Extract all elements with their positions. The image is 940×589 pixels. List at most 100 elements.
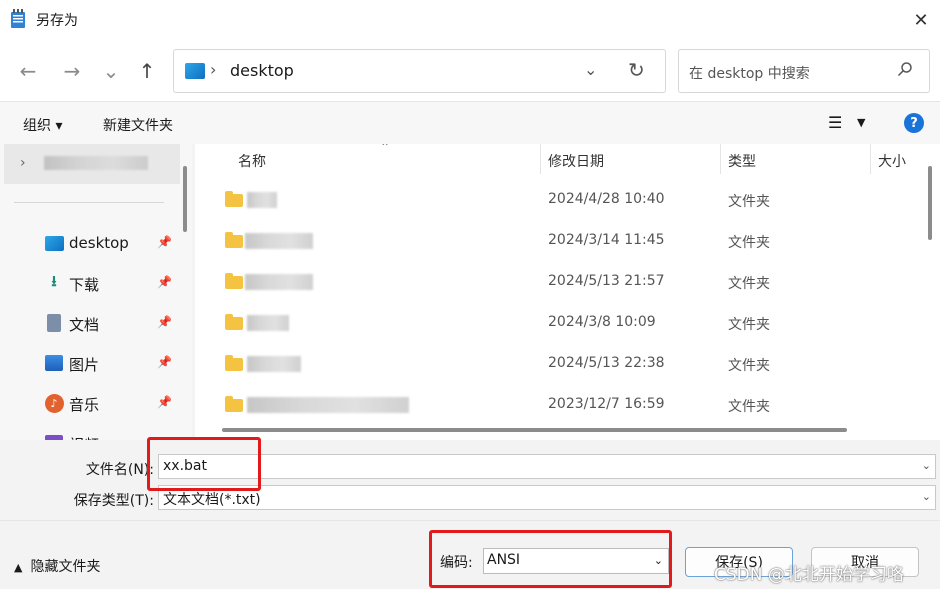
picture-icon — [44, 353, 64, 373]
column-header-name[interactable]: 名称 — [238, 144, 538, 174]
chevron-right-icon[interactable]: › — [20, 155, 26, 171]
file-list: ⌃ 名称 修改日期 类型 大小 2024/4/28 10:40 文件夹 2024… — [195, 144, 940, 440]
encoding-label: 编码: — [440, 555, 473, 571]
horizontal-scrollbar[interactable] — [222, 428, 847, 432]
table-row[interactable]: 2024/4/28 10:40 文件夹 — [195, 180, 922, 221]
chevron-right-icon: › — [210, 60, 217, 79]
view-dropdown-icon[interactable]: ▼ — [857, 116, 865, 129]
table-row[interactable]: 2024/5/13 22:38 文件夹 — [195, 344, 922, 385]
encoding-value: ANSI — [487, 552, 521, 568]
modified-date: 2024/3/14 11:45 — [548, 232, 665, 248]
music-icon: ♪ — [44, 393, 64, 413]
filename-input[interactable]: xx.bat ⌄ — [158, 454, 936, 479]
sidebar-item-videos[interactable]: 视频 — [0, 428, 180, 440]
hide-folders-label: 隐藏文件夹 — [30, 559, 101, 575]
forward-button[interactable]: → — [56, 56, 88, 86]
pin-icon: 📌 — [157, 355, 172, 369]
hide-folders-toggle[interactable]: ▲ 隐藏文件夹 — [14, 556, 100, 576]
address-dropdown-icon[interactable]: ⌄ — [584, 60, 597, 79]
sidebar-item-documents[interactable]: 文档 📌 — [0, 308, 180, 338]
redacted-filename — [245, 274, 313, 290]
new-folder-button[interactable]: 新建文件夹 — [103, 115, 173, 135]
window-title: 另存为 — [36, 13, 78, 29]
pin-icon: 📌 — [157, 395, 172, 409]
redacted-filename — [247, 356, 301, 372]
help-icon[interactable]: ? — [904, 113, 924, 133]
folder-icon — [225, 314, 243, 330]
file-type: 文件夹 — [728, 399, 770, 415]
filetype-label: 保存类型(T): — [73, 493, 154, 509]
download-icon: ⭳ — [51, 271, 57, 290]
close-button[interactable]: ✕ — [902, 4, 940, 36]
column-divider[interactable] — [720, 144, 721, 174]
redacted-filename — [247, 397, 409, 413]
folder-icon — [225, 355, 243, 371]
table-row[interactable]: 2024/3/8 10:09 文件夹 — [195, 303, 922, 344]
sidebar-item-label: 图片 — [69, 356, 100, 374]
filename-value: xx.bat — [163, 458, 207, 474]
file-type: 文件夹 — [728, 235, 770, 251]
search-icon — [897, 62, 912, 77]
table-row[interactable]: 2023/12/7 16:59 文件夹 — [195, 385, 922, 426]
back-arrow-icon: ← — [19, 59, 37, 83]
close-icon: ✕ — [913, 9, 929, 31]
search-placeholder: 在 desktop 中搜索 — [689, 66, 810, 82]
title-bar: 另存为 ✕ — [0, 0, 940, 40]
redacted-filename — [245, 233, 313, 249]
pin-icon: 📌 — [157, 315, 172, 329]
watermark: CSDN @北北开始学习咯 — [714, 565, 904, 585]
column-divider[interactable] — [540, 144, 541, 174]
redacted-label — [44, 156, 148, 170]
chevron-down-icon: ⌄ — [102, 59, 120, 83]
address-bar[interactable]: › desktop ⌄ ↻ — [173, 49, 666, 93]
vertical-scrollbar[interactable] — [928, 166, 932, 240]
sidebar-item-desktop[interactable]: desktop 📌 — [0, 228, 180, 258]
navigation-bar: ← → ⌄ ↑ › desktop ⌄ ↻ 在 desktop 中搜索 — [0, 40, 940, 102]
chevron-down-icon[interactable]: ⌄ — [654, 554, 663, 567]
encoding-select[interactable]: ANSI ⌄ — [483, 548, 669, 574]
notepad-icon — [11, 9, 25, 28]
refresh-icon[interactable]: ↻ — [628, 58, 645, 82]
filetype-value: 文本文档(*.txt) — [163, 492, 261, 508]
recent-locations-button[interactable]: ⌄ — [95, 56, 127, 86]
sidebar-item-label: 音乐 — [69, 396, 100, 414]
back-button[interactable]: ← — [12, 56, 44, 86]
chevron-down-icon[interactable]: ⌄ — [922, 459, 931, 472]
modified-date: 2024/5/13 22:38 — [548, 355, 665, 371]
folder-icon — [225, 273, 243, 289]
sidebar-scrollbar[interactable] — [183, 166, 187, 232]
modified-date: 2023/12/7 16:59 — [548, 396, 665, 412]
chevron-down-icon[interactable]: ⌄ — [922, 490, 931, 503]
sidebar-item-music[interactable]: ♪ 音乐 📌 — [0, 388, 180, 418]
file-type: 文件夹 — [728, 276, 770, 292]
address-path[interactable]: desktop — [230, 61, 294, 80]
view-list-icon[interactable]: ☰ — [828, 113, 842, 132]
desktop-folder-icon — [185, 63, 205, 79]
desktop-icon — [44, 233, 64, 253]
pin-icon: 📌 — [157, 275, 172, 289]
file-type: 文件夹 — [728, 358, 770, 374]
folder-icon — [225, 232, 243, 248]
navigation-pane: › desktop 📌 ⭳ 下载 📌 文档 📌 图片 📌 ♪ 音乐 📌 视频 — [0, 144, 192, 440]
pin-icon: 📌 — [157, 235, 172, 249]
sidebar-item-label: 文档 — [69, 316, 100, 334]
redacted-filename — [247, 315, 289, 331]
folder-icon — [225, 191, 243, 207]
modified-date: 2024/4/28 10:40 — [548, 191, 665, 207]
video-icon — [44, 433, 64, 440]
file-type: 文件夹 — [728, 317, 770, 333]
organize-menu[interactable]: 组织 ▾ — [23, 115, 62, 135]
filetype-select[interactable]: 文本文档(*.txt) ⌄ — [158, 485, 936, 510]
sidebar-item-downloads[interactable]: ⭳ 下载 📌 — [0, 268, 180, 298]
sidebar-divider — [14, 202, 164, 203]
search-input[interactable]: 在 desktop 中搜索 — [678, 49, 930, 93]
sidebar-item-redacted[interactable]: › — [4, 144, 180, 184]
column-header-type[interactable]: 类型 — [728, 144, 868, 174]
column-header-modified[interactable]: 修改日期 — [548, 144, 718, 174]
table-row[interactable]: 2024/3/14 11:45 文件夹 — [195, 221, 922, 262]
up-button[interactable]: ↑ — [131, 56, 163, 86]
column-divider[interactable] — [870, 144, 871, 174]
filename-label: 文件名(N): — [85, 462, 154, 478]
table-row[interactable]: 2024/5/13 21:57 文件夹 — [195, 262, 922, 303]
sidebar-item-pictures[interactable]: 图片 📌 — [0, 348, 180, 378]
